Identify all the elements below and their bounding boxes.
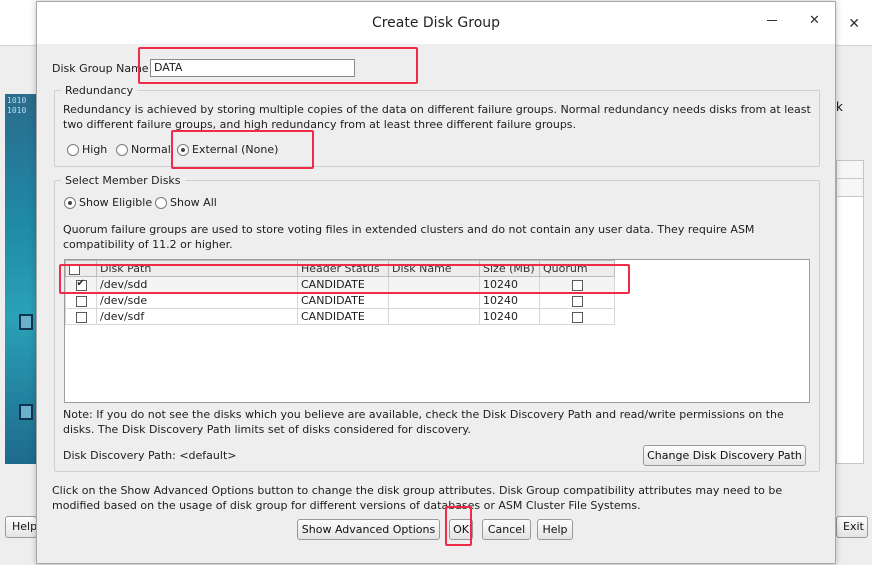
row-select-cell[interactable] [65, 308, 97, 325]
background-help-button[interactable]: Help [5, 516, 37, 538]
dialog-titlebar: Create Disk Group ✕ [37, 2, 835, 44]
server-icon [19, 404, 33, 420]
disk-name-cell[interactable] [388, 292, 480, 309]
advanced-options-note: Click on the Show Advanced Options butto… [52, 484, 783, 512]
close-icon[interactable]: ✕ [809, 13, 820, 28]
disk-table-area: Disk Path Header Status Disk Name Size (… [64, 259, 810, 403]
redundancy-external-label: External (None) [192, 143, 279, 156]
quorum-checkbox[interactable] [571, 311, 583, 323]
background-side-graphic: 1010 1010 [5, 94, 37, 464]
help-button[interactable]: Help [537, 519, 573, 540]
quorum-cell[interactable] [539, 308, 615, 325]
disk-path-cell: /dev/sdd [96, 276, 298, 293]
select-all-checkbox[interactable] [69, 263, 80, 275]
row-checkbox[interactable] [75, 295, 87, 307]
change-discovery-path-button[interactable]: Change Disk Discovery Path [643, 445, 806, 466]
table-row[interactable]: /dev/sde CANDIDATE 10240 [65, 292, 615, 309]
size-cell: 10240 [479, 308, 540, 325]
disk-name-cell[interactable] [388, 308, 480, 325]
discovery-note: Note: If you do not see the disks which … [63, 408, 784, 436]
binary-text: 1010 1010 [7, 96, 27, 115]
background-panel-row [837, 161, 863, 179]
radio-selected-icon [177, 143, 189, 156]
disk-path-cell: /dev/sdf [96, 308, 298, 325]
table-row[interactable]: /dev/sdf CANDIDATE 10240 [65, 308, 615, 325]
show-all-radio[interactable]: Show All [155, 196, 217, 209]
redundancy-high-radio[interactable]: High [67, 143, 107, 156]
redundancy-normal-label: Normal [131, 143, 171, 156]
redundancy-high-label: High [82, 143, 108, 156]
cancel-button[interactable]: Cancel [482, 519, 531, 540]
background-panel-row [837, 179, 863, 197]
disk-path-cell: /dev/sde [96, 292, 298, 309]
minimize-icon[interactable] [765, 14, 779, 28]
row-checkbox-checked[interactable] [75, 278, 87, 291]
dialog-title: Create Disk Group [371, 15, 501, 31]
header-status-cell: CANDIDATE [297, 292, 389, 309]
quorum-cell[interactable] [539, 292, 615, 309]
ok-button[interactable]: OK [449, 519, 473, 540]
show-all-label: Show All [170, 196, 217, 209]
create-disk-group-dialog: Create Disk Group ✕ Disk Group Name DATA… [36, 1, 836, 564]
table-header-row: Disk Path Header Status Disk Name Size (… [65, 260, 615, 277]
quorum-cell[interactable] [539, 276, 615, 293]
show-eligible-radio[interactable]: Show Eligible [64, 196, 152, 209]
column-header[interactable]: Disk Name [388, 260, 480, 277]
background-close-icon[interactable]: ✕ [848, 16, 860, 32]
quorum-note: Quorum failure groups are used to store … [63, 223, 755, 251]
server-icon [19, 314, 33, 330]
show-eligible-label: Show Eligible [79, 196, 153, 209]
radio-circle-icon [155, 196, 167, 209]
header-status-cell: CANDIDATE [297, 308, 389, 325]
background-exit-button[interactable]: Exit [836, 516, 868, 538]
redundancy-external-radio[interactable]: External (None) [177, 143, 278, 156]
redundancy-legend: Redundancy [61, 84, 138, 97]
row-checkbox[interactable] [75, 311, 87, 323]
redundancy-description: Redundancy is achieved by storing multip… [63, 103, 811, 131]
disk-name-cell[interactable] [388, 276, 480, 293]
disk-group-name-label: Disk Group Name [52, 62, 149, 75]
size-cell: 10240 [479, 292, 540, 309]
show-advanced-options-button[interactable]: Show Advanced Options [297, 519, 440, 540]
column-header[interactable]: Disk Path [96, 260, 298, 277]
background-partial-label: k [836, 100, 843, 114]
column-header[interactable]: Size (MB) [479, 260, 540, 277]
size-cell: 10240 [479, 276, 540, 293]
redundancy-normal-radio[interactable]: Normal [116, 143, 171, 156]
column-header[interactable]: Quorum [539, 260, 615, 277]
radio-circle-icon [67, 143, 79, 156]
disk-table: Disk Path Header Status Disk Name Size (… [65, 260, 615, 325]
quorum-checkbox[interactable] [571, 279, 583, 291]
discovery-path-label: Disk Discovery Path: <default> [63, 449, 237, 462]
quorum-checkbox[interactable] [571, 295, 583, 307]
row-select-cell[interactable] [65, 292, 97, 309]
table-row[interactable]: /dev/sdd CANDIDATE 10240 [65, 276, 615, 293]
radio-selected-icon [64, 196, 76, 209]
redundancy-group: Redundancy Redundancy is achieved by sto… [54, 84, 820, 167]
select-all-header[interactable] [65, 260, 97, 277]
column-header[interactable]: Header Status [297, 260, 389, 277]
member-disks-legend: Select Member Disks [61, 174, 185, 187]
background-panel [836, 160, 864, 464]
disk-group-name-input[interactable]: DATA [150, 59, 355, 77]
row-select-cell[interactable] [65, 276, 97, 293]
header-status-cell: CANDIDATE [297, 276, 389, 293]
radio-circle-icon [116, 143, 128, 156]
